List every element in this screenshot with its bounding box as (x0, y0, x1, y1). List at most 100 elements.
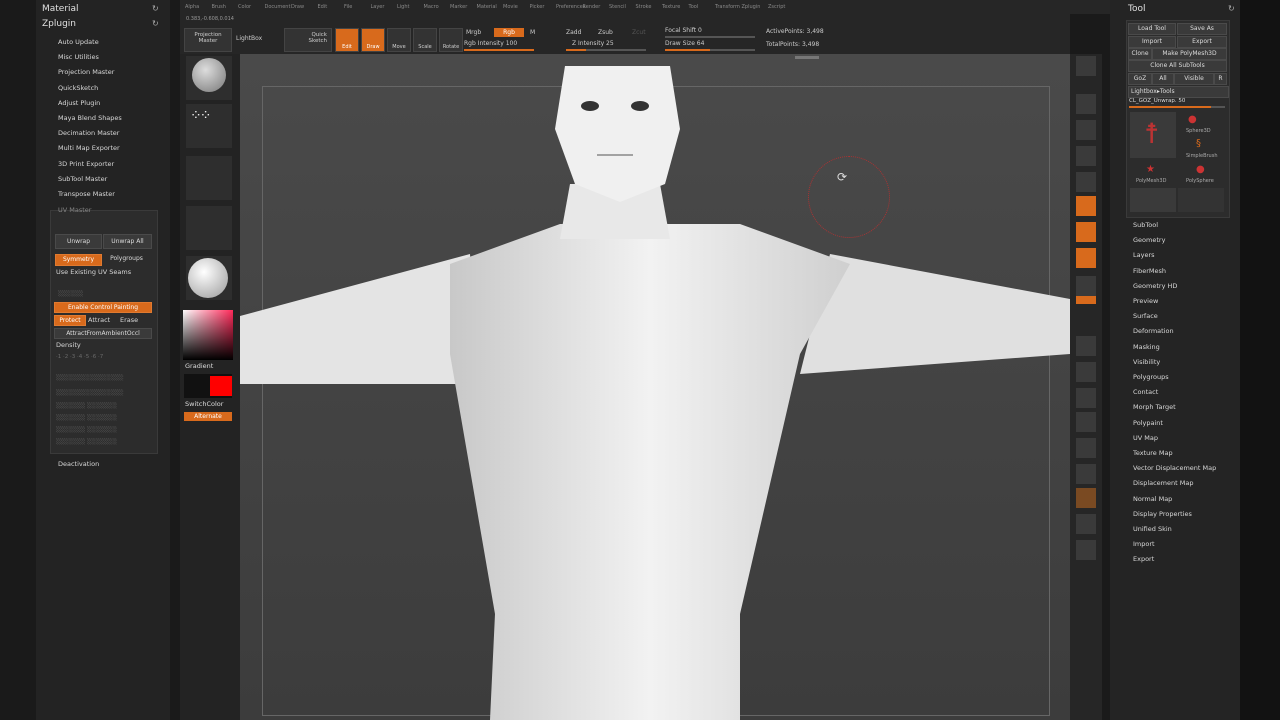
tool-section-item[interactable]: Display Properties (1133, 510, 1192, 518)
menu-item[interactable]: Zplugin (742, 4, 761, 10)
aahalf-icon[interactable] (1076, 172, 1096, 192)
color-picker[interactable] (183, 310, 233, 360)
load-tool-button[interactable]: Load Tool (1128, 23, 1176, 35)
sphere3d-icon[interactable]: ● (1188, 114, 1197, 125)
floor-icon[interactable] (1076, 222, 1096, 242)
menu-item[interactable]: Color (238, 4, 251, 10)
material-thumbnail[interactable] (186, 256, 232, 300)
menu-item[interactable]: Tool (689, 4, 699, 10)
refresh-icon[interactable]: ↻ (152, 4, 159, 13)
menu-item[interactable]: Stencil (609, 4, 626, 10)
transp-icon[interactable] (1076, 464, 1096, 484)
lightbox-tools-button[interactable]: Lightbox▸Tools (1128, 86, 1229, 98)
erase-button[interactable]: Erase (120, 316, 138, 324)
menu-item[interactable]: Movie (503, 4, 518, 10)
plugin-item[interactable]: QuickSketch (58, 84, 98, 92)
move-button[interactable]: Move (387, 28, 411, 52)
tool-section-item[interactable]: Normal Map (1133, 495, 1172, 503)
polymesh3d-label[interactable]: PolyMesh3D (1136, 178, 1166, 184)
zadd-button[interactable]: Zadd (566, 29, 581, 36)
menu-item[interactable]: File (344, 4, 352, 10)
alternate-button[interactable]: Alternate (184, 412, 232, 421)
tool-title[interactable]: Tool (1128, 4, 1145, 14)
menu-item[interactable]: Light (397, 4, 409, 10)
tool-section-item[interactable]: Layers (1133, 251, 1155, 259)
solo-icon[interactable] (1076, 514, 1096, 534)
simplebrush-label[interactable]: SimpleBrush (1186, 153, 1218, 159)
tool-section-item[interactable]: Import (1133, 540, 1155, 548)
material-title[interactable]: Material (42, 4, 79, 14)
quick-sketch-button[interactable]: Quick Sketch (284, 28, 332, 52)
xpose-icon[interactable] (1076, 540, 1096, 560)
attract-ambient-button[interactable]: AttractFromAmbientOccl (54, 328, 152, 339)
menu-item[interactable]: Edit (318, 4, 328, 10)
tool-section-item[interactable]: SubTool (1133, 221, 1158, 229)
lsym-icon[interactable] (1076, 276, 1096, 296)
draw-button[interactable]: Draw (361, 28, 385, 52)
zsub-button[interactable]: Zsub (598, 29, 613, 36)
secondary-color-swatch[interactable] (210, 376, 232, 396)
tool-section-item[interactable]: Contact (1133, 388, 1158, 396)
polysphere-label[interactable]: PolySphere (1186, 178, 1214, 184)
tool-section-item[interactable]: Export (1133, 555, 1154, 563)
tool-section-item[interactable]: Vector Displacement Map (1133, 464, 1216, 472)
visible-button[interactable]: Visible (1174, 73, 1214, 85)
tool-section-item[interactable]: Surface (1133, 312, 1158, 320)
tool-section-item[interactable]: UV Map (1133, 434, 1158, 442)
tool-section-item[interactable]: Visibility (1133, 358, 1160, 366)
tool-section-item[interactable]: Polypaint (1133, 419, 1163, 427)
scale-button[interactable]: Scale (413, 28, 437, 52)
texture-thumbnail[interactable] (186, 206, 232, 250)
tool-section-item[interactable]: Texture Map (1133, 449, 1173, 457)
unwrap-button[interactable]: Unwrap (55, 234, 102, 249)
menu-item[interactable]: Texture (662, 4, 680, 10)
local-icon[interactable] (1076, 248, 1096, 268)
plugin-item[interactable]: Adjust Plugin (58, 99, 100, 107)
polygroups-toggle[interactable]: Polygroups (103, 254, 150, 264)
rotate-button[interactable]: Rotate (439, 28, 463, 52)
current-tool-slider[interactable]: CL_GOZ_Unwrap. 50 (1129, 98, 1225, 104)
current-tool-thumbnail[interactable]: ☨ (1130, 112, 1176, 158)
edit-button[interactable]: Edit (335, 28, 359, 52)
tool-section-item[interactable]: Unified Skin (1133, 525, 1172, 533)
xyz-icon[interactable] (1076, 296, 1096, 304)
focal-shift-slider[interactable]: Focal Shift 0 (665, 27, 702, 34)
protect-button[interactable]: Protect (54, 315, 86, 326)
zoom-icon[interactable] (1076, 120, 1096, 140)
simplebrush-icon[interactable]: § (1196, 138, 1201, 149)
goz-tool-thumbnail-1[interactable] (1130, 188, 1176, 212)
polysphere-icon[interactable]: ● (1196, 164, 1205, 175)
menu-item[interactable]: Macro (424, 4, 439, 10)
symmetry-toggle[interactable]: Symmetry (55, 254, 102, 266)
m-button[interactable]: M (530, 29, 535, 36)
frame-icon[interactable] (1076, 336, 1096, 356)
use-existing-uv-seams[interactable]: Use Existing UV Seams (56, 268, 131, 276)
make-polymesh-button[interactable]: Make PolyMesh3D (1152, 48, 1227, 60)
refresh-icon[interactable]: ↻ (1228, 4, 1235, 13)
menu-item[interactable]: Document (265, 4, 291, 10)
deactivation-button[interactable]: Deactivation (58, 460, 99, 468)
goz-tool-thumbnail-2[interactable] (1178, 188, 1224, 212)
zcut-button[interactable]: Zcut (632, 29, 646, 36)
menu-item[interactable]: Preferences (556, 4, 585, 10)
alpha-thumbnail[interactable] (186, 156, 232, 200)
menu-item[interactable]: Transform (715, 4, 740, 10)
refresh-icon[interactable]: ↻ (152, 19, 159, 28)
plugin-item[interactable]: Decimation Master (58, 129, 119, 137)
uv-master-title[interactable]: UV Master (58, 206, 91, 214)
plugin-item[interactable]: SubTool Master (58, 175, 107, 183)
plugin-item[interactable]: Auto Update (58, 38, 99, 46)
menu-item[interactable]: Render (583, 4, 601, 10)
brush-thumbnail[interactable] (186, 56, 232, 100)
right-scrollbar[interactable] (1240, 0, 1280, 720)
color-swatches[interactable] (184, 374, 232, 398)
tool-section-item[interactable]: Morph Target (1133, 403, 1176, 411)
projection-master-button[interactable]: Projection Master (184, 28, 232, 52)
ghost-icon[interactable] (1076, 488, 1096, 508)
density-label[interactable]: Density (56, 341, 81, 349)
view-handle[interactable] (795, 56, 819, 59)
rotate-icon[interactable] (1076, 412, 1096, 432)
scroll-icon[interactable] (1076, 94, 1096, 114)
draw-size-slider[interactable]: Draw Size 64 (665, 40, 704, 47)
rgb-intensity-slider[interactable]: Rgb Intensity 100 (464, 40, 517, 47)
